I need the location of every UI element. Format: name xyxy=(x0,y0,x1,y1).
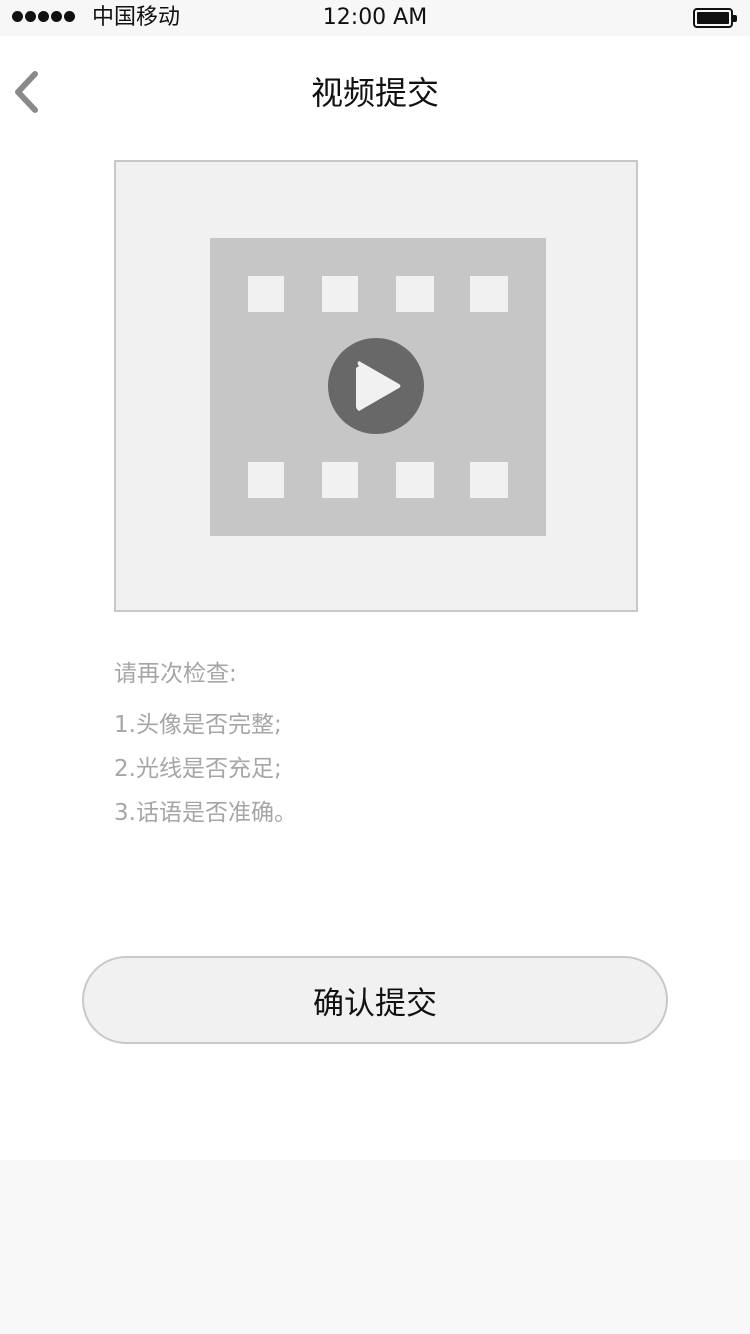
battery-icon xyxy=(693,8,737,28)
check-item: 3.话语是否准确。 xyxy=(114,800,297,826)
film-play-icon xyxy=(210,238,546,536)
video-preview[interactable] xyxy=(114,160,638,612)
video-submit-page: 中国移动 12:00 AM 视频提交 请再次检查: 1.头像是否完整; 2.光线… xyxy=(0,0,750,1334)
check-item: 2.光线是否充足; xyxy=(114,756,282,782)
check-heading: 请再次检查: xyxy=(114,661,237,687)
check-item: 1.头像是否完整; xyxy=(114,712,282,738)
confirm-submit-button[interactable]: 确认提交 xyxy=(82,956,668,1044)
confirm-submit-label: 确认提交 xyxy=(313,985,437,1022)
status-bar: 中国移动 12:00 AM xyxy=(0,0,750,36)
bottom-area xyxy=(0,1160,750,1334)
page-title: 视频提交 xyxy=(310,74,439,112)
status-time: 12:00 AM xyxy=(322,5,428,30)
nav-bar: 视频提交 xyxy=(0,36,750,148)
check-instructions: 请再次检查: 1.头像是否完整; 2.光线是否充足; 3.话语是否准确。 xyxy=(114,656,654,842)
